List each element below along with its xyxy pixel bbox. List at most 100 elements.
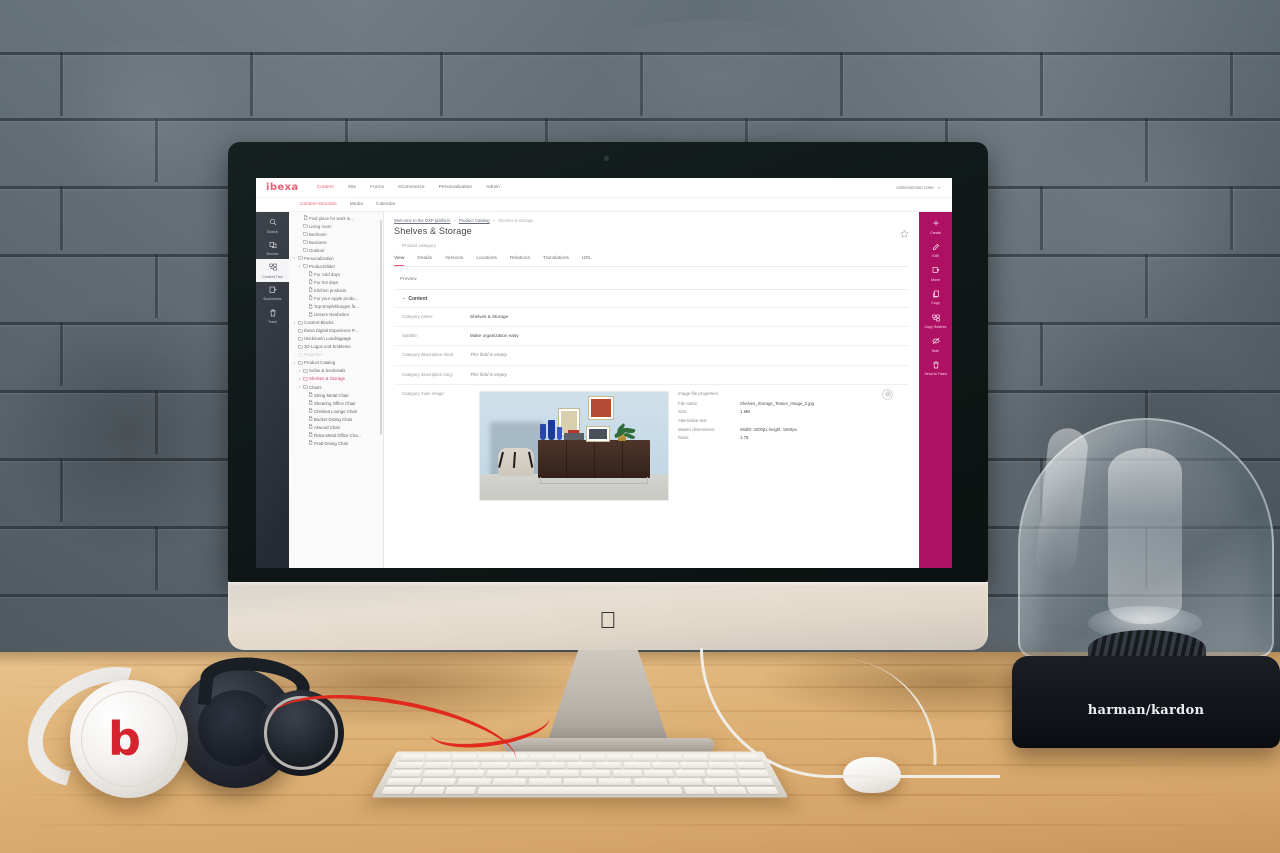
action-hide[interactable]: Hide [919,333,952,357]
tab-locations[interactable]: Locations [476,256,497,266]
nav-item-forms[interactable]: Forms [370,185,384,190]
tree-item-selected[interactable]: • Shelves & Storage [291,375,383,383]
action-copy[interactable]: Copy [919,286,952,310]
tree-item[interactable]: For your Apple produ... [291,294,383,302]
tab-view[interactable]: View [394,256,405,266]
tree-item[interactable]: • Personalization [291,254,383,262]
nav-item-admin[interactable]: Admin [486,185,500,190]
tree-item[interactable]: • Product Catalog [291,359,383,367]
file-icon [308,279,313,285]
tree-item[interactable]: Find place for work in... [291,214,383,222]
tree-expand-icon[interactable]: • [293,321,296,325]
tree-item[interactable]: Shearing Office Chair [291,399,383,407]
folder-icon [297,360,303,366]
harman-kardon-speaker: harman/kardon [1012,418,1280,748]
tree-expand-icon[interactable]: • [298,264,301,268]
send-to-trash-icon [932,361,940,371]
tree-item[interactable]: 3D-Logos und Embleme [291,343,383,351]
apple-logo-icon:  [598,608,618,632]
tab-url[interactable]: URL [582,256,592,266]
nav-item-ecommerce[interactable]: eCommerce [398,185,425,190]
tree-item-label: String Metal Chair [314,392,349,398]
folder-icon [297,255,303,261]
title-row: Shelves & Storage [384,223,919,240]
move-icon [932,266,940,276]
nav-item-personalization[interactable]: Personalization [439,185,472,190]
tab-translations[interactable]: Translations [543,256,569,266]
rail-item-browse[interactable]: Browse [256,237,289,260]
tree-expand-icon[interactable]: • [298,369,301,373]
tree-item-label: For your Apple produ... [314,295,359,301]
tree-item[interactable]: Ibexa Digital Experience P... [291,327,383,335]
tree-item-label: Business [309,239,327,245]
tree-item[interactable]: • Sofas & Sectionals [291,367,383,375]
tree-expand-icon[interactable]: • [293,256,296,260]
preview-label: Preview [400,276,417,281]
ibexa-admin-app: ibexa Content Site Forms eCommerce Perso… [256,178,952,568]
nav-item-site[interactable]: Site [348,185,356,190]
image-variations-icon[interactable] [882,388,893,400]
tree-item[interactable]: Business [291,238,383,246]
folder-icon [302,376,308,382]
tree-scrollbar[interactable] [380,220,382,435]
content-tree-panel[interactable]: Find place for work in... Living room Bedr… [289,212,384,568]
tab-relations[interactable]: Relations [510,256,530,266]
action-copy-subtree[interactable]: Copy Subtree [919,310,952,334]
rail-item-search[interactable]: Search [256,214,289,237]
tree-expand-icon[interactable]: • [298,377,301,381]
tree-item[interactable]: For hot days [291,278,383,286]
tree-expand-icon[interactable]: • [293,361,296,365]
tree-item[interactable]: Hückmann Landingpage [291,335,383,343]
subnav-item-media[interactable]: Media [350,202,363,207]
rail-item-trash[interactable]: Trash [256,305,289,328]
subnav-item-content-structure[interactable]: Content structure [300,202,337,207]
user-menu[interactable]: Administrator User ▾ [896,185,940,190]
ibexa-logo[interactable]: ibexa [266,182,299,193]
tree-item[interactable]: • Chairs [291,383,383,391]
tree-item[interactable]: Roka Metal Office Cha... [291,431,383,439]
tree-item[interactable]: Outdoor [291,246,383,254]
category-main-image[interactable] [479,390,669,501]
tree-item[interactable]: Bucket Dining Chair [291,415,383,423]
tree-item[interactable]: Unsere Neuheiten [291,311,383,319]
tree-item[interactable]: String Metal Chair [291,391,383,399]
page-subtitle: Product category [402,243,437,248]
action-send-to-trash[interactable]: Send to Trash [919,357,952,381]
tab-details[interactable]: Details [417,256,432,266]
tree-item[interactable]: Ratgeber [291,351,383,359]
rail-item-content-tree[interactable]: Content Tree [256,259,289,282]
content-section-title: Content [408,296,428,302]
search-icon [269,218,277,228]
tree-expand-icon[interactable]: • [298,385,301,389]
tree-item[interactable]: Bedroom [291,230,383,238]
monitor-screen: ibexa Content Site Forms eCommerce Perso… [256,178,952,568]
tree-item[interactable]: Top-Empfehlungen fü... [291,303,383,311]
action-label-edit: Edit [932,254,939,259]
breadcrumb-item-0[interactable]: Welcome to the DXP platform [394,218,450,223]
action-edit[interactable]: Edit [919,239,952,263]
breadcrumb-item-1[interactable]: Product Catalog [459,218,490,223]
property-value: 1.78 [740,435,749,441]
tree-item[interactable]: Pratt Dining Chair [291,439,383,447]
rail-item-bookmarks[interactable]: Bookmarks [256,282,289,305]
tree-item[interactable]: Kitchen products [291,286,383,294]
action-move[interactable]: Move [919,262,952,286]
content-section-header[interactable]: ⌃ Content [394,290,909,307]
rail-label-search: Search [266,229,279,234]
nav-item-content[interactable]: Content [317,185,334,190]
star-icon[interactable] [900,229,909,240]
tree-item[interactable]: Atwood Chair [291,423,383,431]
breadcrumb-separator: » [453,218,456,223]
tree-item[interactable]: • ProductSlider [291,262,383,270]
tree-item[interactable]: • Content-Blocks [291,319,383,327]
folder-icon [302,368,308,374]
tab-versions[interactable]: Versions [445,256,463,266]
tree-item[interactable]: Chelsea Lounge Chair [291,407,383,415]
action-create[interactable]: Create [919,215,952,239]
action-label-create: Create [930,230,941,235]
tree-item[interactable]: For cold days [291,270,383,278]
breadcrumb-item-2: Shelves & Storage [498,218,534,223]
tree-item[interactable]: Living room [291,222,383,230]
subnav-item-calendar[interactable]: Calendar [376,202,395,207]
file-icon [308,287,313,293]
